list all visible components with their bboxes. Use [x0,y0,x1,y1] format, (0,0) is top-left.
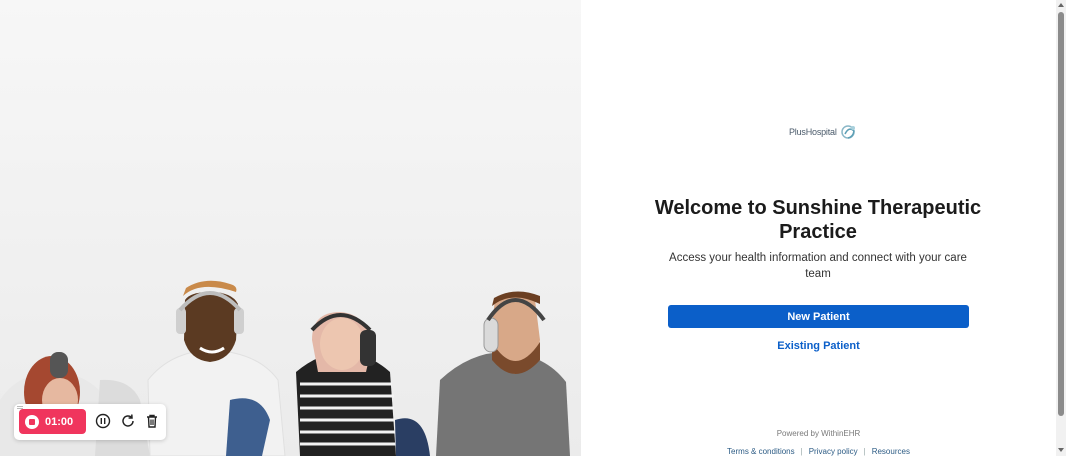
page-subtitle: Access your health information and conne… [669,252,967,280]
recording-timer: 01:00 [45,415,74,428]
pause-icon[interactable] [95,413,111,429]
people-illustration [0,0,581,456]
privacy-link[interactable]: Privacy policy [809,447,858,456]
page-title: Welcome to Sunshine Therapeutic Practice [654,197,982,243]
hero-image [0,0,581,456]
vertical-scrollbar[interactable] [1056,0,1066,456]
restart-icon[interactable] [120,413,136,429]
new-patient-button[interactable]: New Patient [668,305,969,328]
scroll-thumb[interactable] [1058,12,1064,416]
hospital-logo-icon [840,125,855,139]
terms-link[interactable]: Terms & conditions [727,447,795,456]
logo-text: PlusHospital [789,127,837,137]
footer-separator: | [800,447,803,456]
powered-by-text: Powered by WithinEHR [776,429,861,438]
recording-stop-button[interactable]: 01:00 [19,409,86,434]
scroll-up-arrow-icon[interactable] [1058,3,1064,7]
footer-separator: | [863,447,866,456]
screen-recorder-widget: 01:00 [14,404,166,440]
brand-logo: PlusHospital [789,122,859,142]
scroll-down-arrow-icon[interactable] [1058,448,1064,452]
trash-icon[interactable] [144,413,160,429]
resources-link[interactable]: Resources [872,447,910,456]
existing-patient-link[interactable]: Existing Patient [668,340,969,358]
login-panel: PlusHospital Welcome to Sunshine Therape… [581,0,1056,456]
stop-icon [25,414,39,429]
footer-links: Terms & conditions | Privacy policy | Re… [581,447,1056,456]
